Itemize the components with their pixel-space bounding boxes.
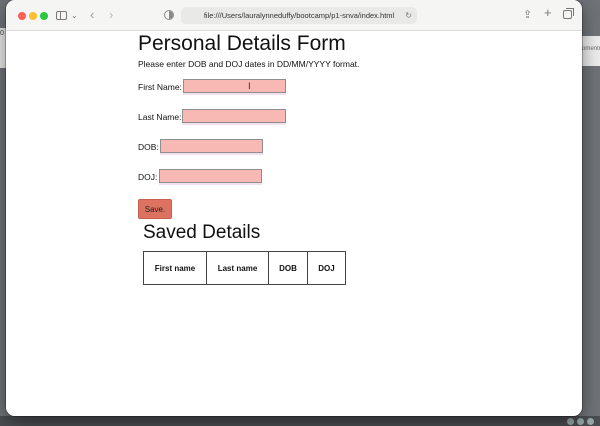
close-window-button[interactable]: [18, 12, 26, 20]
minimize-window-button[interactable]: [29, 12, 37, 20]
doj-input[interactable]: [159, 169, 262, 183]
dock-icon[interactable]: [567, 418, 574, 425]
page-title: Personal Details Form: [138, 32, 346, 55]
saved-details-table: First name Last name DOB DOJ: [143, 251, 346, 285]
dock-icon[interactable]: [587, 418, 594, 425]
column-header-doj: DOJ: [307, 251, 346, 285]
tab-overview-icon[interactable]: [563, 8, 574, 19]
reload-icon[interactable]: ↻: [405, 7, 412, 24]
back-arrow-icon[interactable]: ‹: [90, 8, 94, 22]
url-text: file:///Users/lauralynneduffy/bootcamp/p…: [203, 11, 395, 20]
save-button[interactable]: Save.: [138, 199, 172, 219]
chevron-down-icon[interactable]: ⌄: [71, 9, 78, 23]
share-icon[interactable]: ⇪: [523, 8, 532, 22]
dob-input[interactable]: [160, 139, 263, 153]
browser-window: ⌄ ‹ › file:///Users/lauralynneduffy/boot…: [6, 0, 582, 416]
last-name-label: Last Name:: [138, 112, 182, 122]
address-bar[interactable]: file:///Users/lauralynneduffy/bootcamp/p…: [181, 7, 417, 24]
instructions-text: Please enter DOB and DOJ dates in DD/MM/…: [138, 59, 360, 69]
dock-items: [567, 418, 594, 425]
privacy-shield-icon[interactable]: [164, 10, 174, 20]
doj-label: DOJ:: [138, 172, 158, 182]
text-cursor-icon: I: [248, 82, 251, 92]
forward-arrow-icon[interactable]: ›: [109, 8, 113, 22]
desktop-right-text: omentr: [582, 46, 600, 52]
table-header-row: First name Last name DOB DOJ: [143, 251, 346, 285]
last-name-input[interactable]: [182, 109, 286, 123]
page-content: Personal Details Form Please enter DOB a…: [6, 31, 582, 416]
new-tab-icon[interactable]: +: [544, 6, 552, 20]
dock-strip: [0, 416, 600, 426]
first-name-input[interactable]: [183, 79, 286, 93]
dob-label: DOB:: [138, 142, 159, 152]
saved-details-title: Saved Details: [143, 222, 261, 243]
column-header-last-name: Last name: [206, 251, 269, 285]
browser-toolbar: ⌄ ‹ › file:///Users/lauralynneduffy/boot…: [6, 0, 582, 31]
column-header-dob: DOB: [268, 251, 308, 285]
dock-icon[interactable]: [577, 418, 584, 425]
column-header-first-name: First name: [143, 251, 207, 285]
first-name-label: First Name:: [138, 82, 182, 92]
sidebar-toggle-icon[interactable]: [56, 11, 67, 20]
desktop-left-text: 0: [0, 30, 4, 37]
fullscreen-window-button[interactable]: [40, 12, 48, 20]
